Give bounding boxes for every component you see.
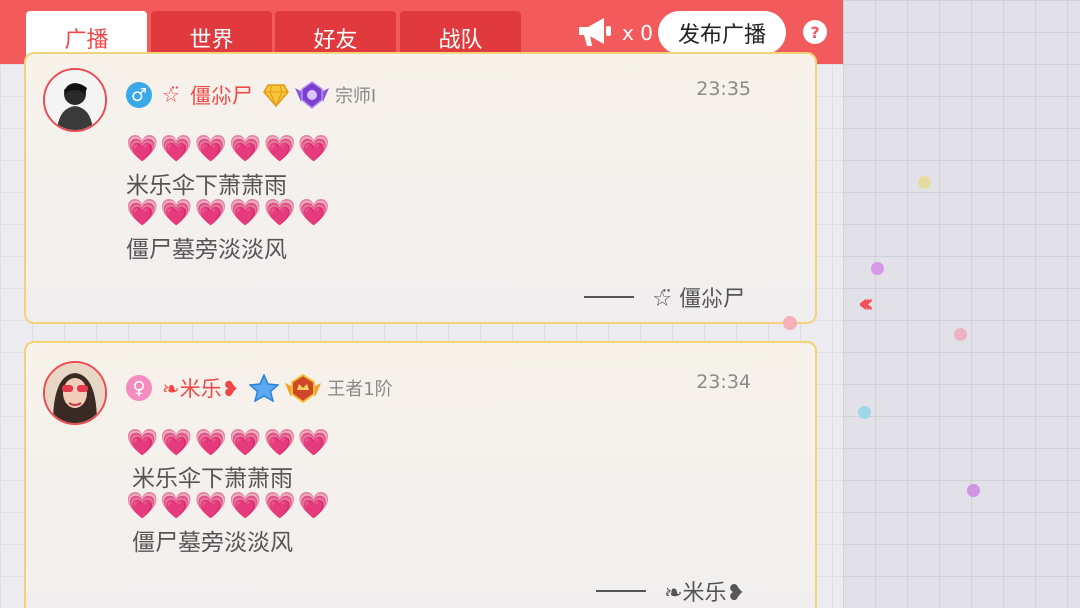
female-icon: ♀ [126,375,152,401]
message-line: 僵尸墓旁淡淡风 [132,530,293,556]
horn-count: x 0 [622,21,653,45]
broadcast-message-card: ♂ ☆̈ 僵尛尸 宗师I 23:35 💗💗💗💗💗💗 米乐伞下萧萧雨 💗💗💗💗💗💗… [24,52,817,324]
broadcast-message-card: ♀ ❧米乐❥ 王者1阶 23:34 💗💗💗💗💗💗 米乐伞下萧萧雨 💗💗💗💗💗💗 … [24,341,817,608]
king-rank-icon [285,373,322,403]
food-dot [871,262,884,275]
nickname[interactable]: 僵尛尸 [190,80,253,110]
user-meta: ♂ ☆̈ 僵尛尸 宗师I [126,80,376,110]
nickname-decoration: ☆̈ [162,83,180,107]
help-icon[interactable]: ? [803,20,827,44]
user-meta: ♀ ❧米乐❥ 王者1阶 [126,373,393,403]
megaphone-icon [579,18,611,46]
diamond-icon [263,84,289,107]
food-dot [858,406,871,419]
grandmaster-rank-icon [294,81,329,109]
signature: ❧米乐❥ [596,575,745,607]
collapse-panel-icon[interactable]: ‹‹‹ [858,288,894,320]
signature-dash [596,590,647,592]
male-icon: ♂ [126,82,152,108]
food-dot [954,328,967,341]
message-line: 僵尸墓旁淡淡风 [126,237,287,263]
heart-emoji-row: 💗💗💗💗💗💗 [126,198,333,228]
avatar[interactable] [43,68,107,132]
timestamp: 23:34 [696,371,751,393]
heart-emoji-row: 💗💗💗💗💗💗 [126,428,333,458]
timestamp: 23:35 [696,78,751,100]
signature-text: ☆̈ 僵尛尸 [652,287,745,312]
food-dot [783,316,797,330]
rank-label: 宗师I [334,86,377,107]
signature-dash [584,296,635,298]
signature-text: ❧米乐❥ [664,581,745,606]
publish-broadcast-button[interactable]: 发布广播 [658,11,786,54]
signature: ☆̈ 僵尛尸 [584,281,745,313]
star-icon [249,374,280,402]
heart-emoji-row: 💗💗💗💗💗💗 [126,134,333,164]
food-dot [918,176,931,189]
food-dot [967,484,980,497]
nickname[interactable]: ❧米乐❥ [162,373,239,403]
avatar[interactable] [43,361,107,425]
message-line: 米乐伞下萧萧雨 [126,173,287,199]
rank-label: 王者1阶 [327,379,393,400]
message-line: 米乐伞下萧萧雨 [132,466,293,492]
avatar-image [45,70,105,130]
avatar-image [45,363,105,423]
heart-emoji-row: 💗💗💗💗💗💗 [126,491,333,521]
